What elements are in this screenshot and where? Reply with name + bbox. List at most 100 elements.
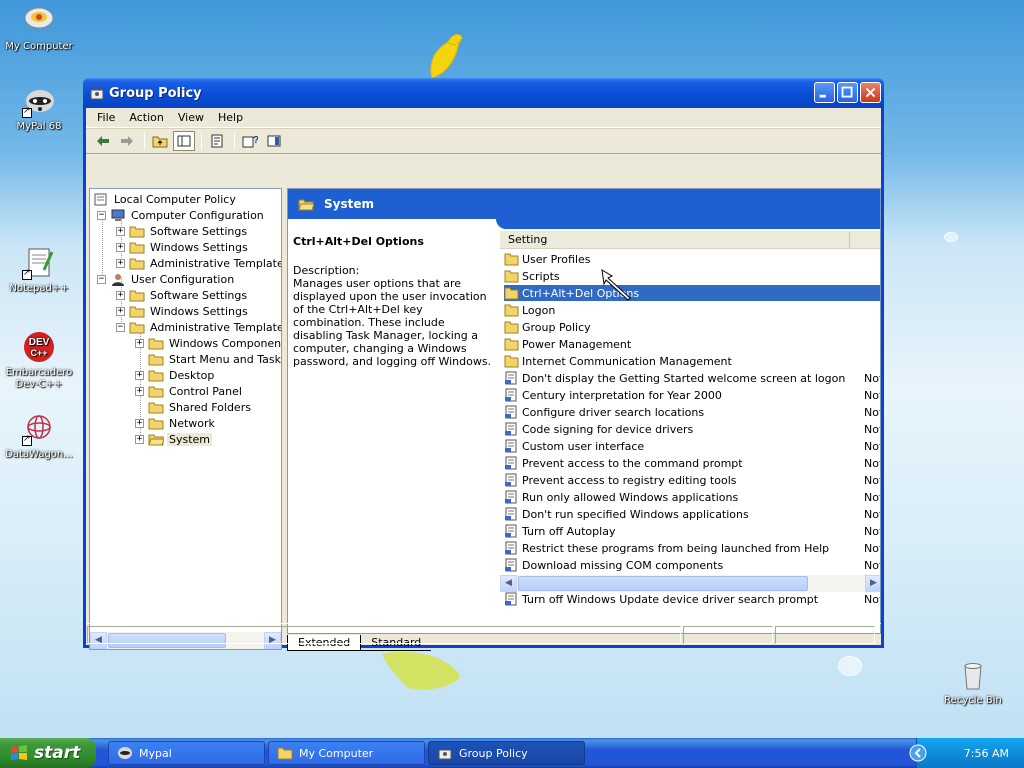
- list-item-folder[interactable]: Power Management: [504, 336, 880, 352]
- expand-icon[interactable]: +: [135, 338, 144, 348]
- list-item-label: Prevent access to registry editing tools: [522, 473, 737, 487]
- list-item-folder[interactable]: Group Policy: [504, 319, 880, 335]
- list-item-label: Group Policy: [522, 320, 591, 334]
- desktop-icon-my-computer[interactable]: My Computer: [0, 4, 78, 53]
- mouse-cursor-icon: [601, 269, 631, 301]
- close-button[interactable]: [860, 82, 881, 103]
- tree-item-uc-software-settings[interactable]: + Software Settings: [116, 287, 249, 303]
- list-item-policy[interactable]: Custom user interface Not: [504, 438, 880, 454]
- tree-item-network[interactable]: + Network: [135, 415, 217, 431]
- desktop-icon-notepad[interactable]: Notepad++: [0, 246, 78, 295]
- taskbar-item-mypal[interactable]: Mypal: [108, 741, 265, 765]
- list-item-policy[interactable]: Configure driver search locations Not: [504, 404, 880, 420]
- export-list-button[interactable]: [206, 131, 228, 151]
- expand-icon[interactable]: +: [135, 434, 144, 444]
- desktop-icon-datawagon[interactable]: DataWagon...: [0, 412, 78, 461]
- list-item-policy[interactable]: Don't display the Getting Started welcom…: [504, 370, 880, 386]
- setting-column-header[interactable]: Setting: [500, 231, 850, 248]
- list-item-policy[interactable]: Turn off Autoplay Not: [504, 523, 880, 539]
- menu-file[interactable]: File: [90, 111, 122, 124]
- tree-item-cc-software-settings[interactable]: + Software Settings: [116, 223, 249, 239]
- menu-help[interactable]: Help: [211, 111, 250, 124]
- desktop-bubble: [838, 656, 862, 676]
- expand-icon[interactable]: +: [116, 290, 125, 300]
- tree-item-desktop[interactable]: + Desktop: [135, 367, 216, 383]
- window-titlebar[interactable]: Group Policy: [83, 78, 884, 108]
- tree-item-user-configuration[interactable]: − User Configuration: [97, 271, 236, 287]
- collapse-icon[interactable]: −: [97, 274, 106, 284]
- list-item-policy[interactable]: Download missing COM components Not: [504, 557, 880, 573]
- list-item-folder[interactable]: Ctrl+Alt+Del Options: [504, 285, 880, 301]
- list-item-label: Custom user interface: [522, 439, 645, 453]
- shortcut-arrow-icon: [22, 106, 32, 118]
- tree-item-uc-windows-settings[interactable]: + Windows Settings: [116, 303, 250, 319]
- expand-icon[interactable]: +: [135, 418, 144, 428]
- start-button[interactable]: start: [0, 738, 96, 768]
- list-item-policy[interactable]: Code signing for device drivers Not: [504, 421, 880, 437]
- list-item-folder[interactable]: User Profiles: [504, 251, 880, 267]
- desktop-fish-decoration: [430, 34, 463, 79]
- maximize-button[interactable]: [837, 82, 858, 103]
- folder-icon: [277, 747, 293, 760]
- clock[interactable]: 7:56 AM: [964, 747, 1009, 760]
- taskbar-item-group-policy[interactable]: Group Policy: [428, 741, 585, 765]
- tree-item-cc-administrative-templates[interactable]: + Administrative Templates: [116, 255, 282, 271]
- tree-item-cc-windows-settings[interactable]: + Windows Settings: [116, 239, 250, 255]
- list-horizontal-scrollbar[interactable]: ◀ ▶: [500, 575, 880, 592]
- forward-button[interactable]: [116, 131, 138, 151]
- notepad-icon: [22, 246, 56, 280]
- tree-item-system[interactable]: + System: [135, 431, 213, 447]
- menu-action[interactable]: Action: [122, 111, 170, 124]
- list-item-policy[interactable]: Restrict these programs from being launc…: [504, 540, 880, 556]
- minimize-button[interactable]: [814, 82, 835, 103]
- list-item-label: Restrict these programs from being launc…: [522, 541, 830, 555]
- back-button[interactable]: [92, 131, 114, 151]
- list-item-folder[interactable]: Scripts: [504, 268, 880, 284]
- list-item-policy[interactable]: Don't run specified Windows applications…: [504, 506, 880, 522]
- folder-icon: [129, 258, 145, 269]
- folder-icon: [148, 402, 164, 413]
- expand-icon[interactable]: +: [116, 226, 125, 236]
- menu-view[interactable]: View: [171, 111, 211, 124]
- scroll-left-arrow-icon[interactable]: ◀: [500, 575, 517, 592]
- group-policy-window: Group Policy File Action View Help ?: [83, 78, 884, 651]
- tree-item-control-panel[interactable]: + Control Panel: [135, 383, 244, 399]
- up-one-level-button[interactable]: [149, 131, 171, 151]
- window-client-area: File Action View Help ? Loc: [86, 108, 881, 651]
- collapse-icon[interactable]: −: [116, 322, 125, 332]
- expand-icon[interactable]: +: [135, 386, 144, 396]
- scroll-right-arrow-icon[interactable]: ▶: [865, 575, 880, 592]
- scroll-thumb[interactable]: [518, 576, 808, 591]
- expand-icon[interactable]: +: [116, 242, 125, 252]
- desktop-icon-devcpp[interactable]: DEV C++ Embarcadero Dev-C++: [0, 330, 78, 391]
- expand-icon[interactable]: +: [135, 370, 144, 380]
- column-header[interactable]: Setting: [500, 231, 880, 249]
- help-button[interactable]: ?: [239, 131, 261, 151]
- tree-item-shared-folders[interactable]: Shared Folders: [148, 399, 253, 415]
- collapse-icon[interactable]: −: [97, 210, 106, 220]
- desktop-icon-recycle-bin[interactable]: Recycle Bin: [934, 658, 1012, 707]
- list-item-policy[interactable]: Century interpretation for Year 2000 Not: [504, 387, 880, 403]
- list-item-policy[interactable]: Run only allowed Windows applications Not: [504, 489, 880, 505]
- list-item-policy[interactable]: Turn off Windows Update device driver se…: [504, 591, 880, 607]
- tree-item-local-computer-policy[interactable]: Local Computer Policy: [93, 191, 238, 207]
- list-item-folder[interactable]: Internet Communication Management: [504, 353, 880, 369]
- show-hide-action-pane-button[interactable]: [263, 131, 285, 151]
- list-item-folder[interactable]: Logon: [504, 302, 880, 318]
- list-item-policy[interactable]: Prevent access to registry editing tools…: [504, 472, 880, 488]
- tree-item-computer-configuration[interactable]: − Computer Configuration: [97, 207, 266, 223]
- tree-item-start-menu[interactable]: Start Menu and Taskba: [148, 351, 281, 367]
- list-item-policy[interactable]: Prevent access to the command prompt Not: [504, 455, 880, 471]
- taskbar-item-my-computer[interactable]: My Computer: [268, 741, 425, 765]
- tree-label: Administrative Templates: [150, 256, 282, 270]
- expand-icon[interactable]: +: [116, 306, 125, 316]
- expand-icon[interactable]: +: [116, 258, 125, 268]
- tree-item-windows-components[interactable]: + Windows Components: [135, 335, 281, 351]
- folder-icon: [129, 242, 145, 253]
- toolbar-separator: [234, 132, 235, 150]
- desktop-icon-mypal[interactable]: MyPal 68: [0, 84, 78, 133]
- show-hide-tree-button[interactable]: [173, 131, 195, 151]
- show-hidden-icons-chevron-icon[interactable]: [909, 744, 927, 762]
- folder-icon: [129, 306, 145, 317]
- tree-item-uc-administrative-templates[interactable]: − Administrative Templates: [116, 319, 281, 335]
